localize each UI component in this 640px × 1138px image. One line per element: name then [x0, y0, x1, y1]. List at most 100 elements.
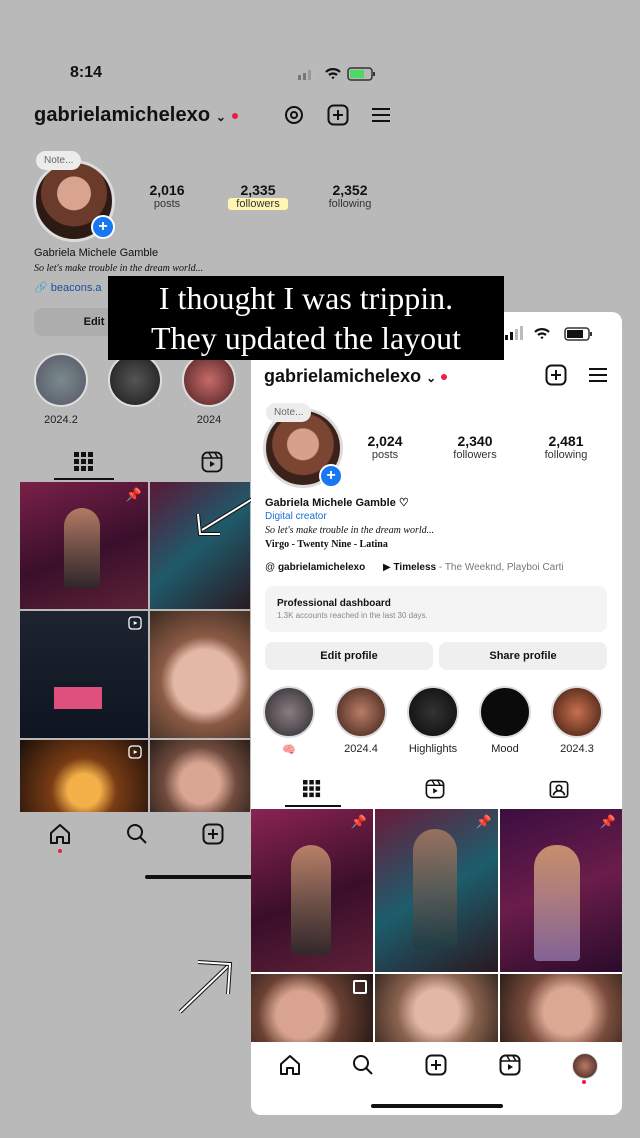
stat-followers[interactable]: 2,335 followers	[228, 182, 288, 210]
active-tab-indicator	[54, 478, 114, 480]
highlight-label: 2024.4	[344, 743, 378, 755]
stat-value: 2,352	[332, 182, 368, 198]
highlight-circle[interactable]	[108, 353, 162, 407]
grid-post[interactable]: 📌	[375, 809, 498, 972]
profile-bio-line2: Virgo - Twenty Nine - Latina	[265, 539, 388, 550]
highlight-label: 2024	[196, 414, 222, 426]
reels-icon[interactable]	[499, 1054, 521, 1076]
stat-following[interactable]: 2,481 following	[537, 433, 595, 461]
note-bubble[interactable]: Note...	[36, 151, 82, 170]
notification-dot	[231, 112, 238, 119]
share-profile-label: Share profile	[489, 650, 557, 662]
grid-tab-icon[interactable]	[74, 452, 94, 472]
stat-label: followers	[228, 198, 288, 210]
notification-dot	[58, 849, 62, 853]
username-text: gabrielamichelexo	[34, 104, 211, 126]
grid-post[interactable]	[150, 740, 250, 812]
stat-value: 2,024	[367, 433, 403, 449]
create-post-icon[interactable]	[545, 364, 567, 386]
threads-badge[interactable]: @ gabrielamichelexo	[265, 562, 365, 573]
highlight-circle[interactable]	[182, 353, 236, 407]
professional-dashboard[interactable]: Professional dashboard 1.3K accounts rea…	[265, 586, 607, 632]
highlight-circle[interactable]	[551, 686, 603, 738]
edit-profile-label: Edit profile	[320, 650, 378, 662]
carousel-icon	[353, 980, 367, 994]
highlight-circle[interactable]	[34, 353, 88, 407]
create-icon[interactable]	[425, 1054, 447, 1076]
stat-label: followers	[453, 449, 497, 461]
profile-username[interactable]: gabrielamichelexo ⌄	[264, 366, 448, 387]
stat-value: 2,340	[457, 433, 493, 449]
notification-dot	[582, 1080, 586, 1084]
tagged-tab-icon[interactable]	[549, 779, 569, 799]
chevron-down-icon[interactable]: ⌄	[426, 371, 436, 385]
stat-value: 2,016	[149, 182, 185, 198]
home-icon[interactable]	[279, 1054, 301, 1076]
note-bubble[interactable]: Note...	[266, 403, 312, 422]
home-indicator	[145, 875, 253, 879]
highlight-label: Highlights	[408, 743, 458, 755]
arrow-annotation	[188, 492, 258, 547]
stat-posts[interactable]: 2,024 posts	[357, 433, 413, 461]
pin-icon: 📌	[350, 814, 367, 829]
profile-link[interactable]: 🔗 beacons.a	[34, 281, 102, 294]
stat-followers[interactable]: 2,340 followers	[445, 433, 505, 461]
create-icon[interactable]	[202, 823, 224, 845]
profile-username[interactable]: gabrielamichelexo ⌄	[34, 104, 238, 127]
add-story-button[interactable]: +	[319, 464, 343, 488]
music-title: Timeless	[393, 562, 437, 573]
new-layout-screenshot: gabrielamichelexo ⌄ Note... + 2,024 post…	[251, 312, 622, 1115]
status-icons	[298, 66, 378, 81]
profile-tab-avatar[interactable]	[572, 1053, 598, 1079]
grid-post[interactable]: 📌	[20, 482, 148, 609]
share-profile-button[interactable]: Share profile	[439, 642, 607, 670]
threads-icon[interactable]	[284, 104, 304, 126]
caption-overlay: I thought I was trippin. They updated th…	[108, 276, 504, 360]
grid-post[interactable]	[500, 974, 622, 1042]
menu-icon[interactable]	[371, 107, 391, 123]
active-tab-indicator	[285, 805, 341, 807]
reels-tab-icon[interactable]	[201, 451, 223, 473]
grid-post[interactable]	[375, 974, 498, 1042]
grid-post[interactable]: 📌	[251, 809, 373, 972]
highlight-circle[interactable]	[479, 686, 531, 738]
stat-label: following	[544, 449, 588, 461]
stat-label: posts	[371, 449, 399, 461]
grid-post[interactable]: 📌	[500, 809, 622, 972]
pin-icon: 📌	[475, 814, 492, 829]
status-time: 8:14	[70, 64, 103, 81]
edit-profile-button[interactable]: Edit profile	[265, 642, 433, 670]
grid-post[interactable]	[251, 974, 373, 1042]
search-icon[interactable]	[126, 823, 148, 845]
grid-post[interactable]	[20, 740, 148, 812]
play-circle-icon: ▶	[383, 562, 391, 573]
highlight-label: Mood	[491, 743, 519, 755]
profile-name: Gabriela Michele Gamble	[34, 247, 159, 259]
grid-post[interactable]	[150, 611, 250, 738]
music-badge[interactable]: ▶ Timeless - The Weeknd, Playboi Carti	[383, 562, 564, 573]
grid-post[interactable]	[20, 611, 148, 738]
create-post-icon[interactable]	[327, 104, 349, 126]
stat-value: 2,335	[240, 182, 276, 198]
reels-tab-icon[interactable]	[425, 779, 445, 799]
highlight-circle[interactable]	[335, 686, 387, 738]
menu-icon[interactable]	[588, 367, 608, 383]
pin-icon: 📌	[599, 814, 616, 829]
grid-tab-icon[interactable]	[303, 780, 321, 798]
stat-following[interactable]: 2,352 following	[322, 182, 378, 210]
profile-name: Gabriela Michele Gamble ♡	[265, 497, 409, 509]
caption-line-1: I thought I was trippin.	[158, 280, 454, 316]
highlight-circle[interactable]	[407, 686, 459, 738]
pin-icon: 📌	[125, 487, 142, 502]
highlight-circle[interactable]	[263, 686, 315, 738]
threads-handle: gabrielamichelexo	[277, 562, 366, 573]
chevron-down-icon[interactable]: ⌄	[216, 110, 226, 124]
caption-line-2: They updated the layout	[150, 320, 462, 356]
post-screen-shape	[54, 687, 102, 709]
add-story-button[interactable]: +	[91, 215, 115, 239]
post-figure	[64, 508, 100, 588]
home-icon[interactable]	[49, 823, 71, 845]
home-indicator	[371, 1104, 503, 1108]
search-icon[interactable]	[352, 1054, 374, 1076]
stat-posts[interactable]: 2,016 posts	[140, 182, 194, 210]
